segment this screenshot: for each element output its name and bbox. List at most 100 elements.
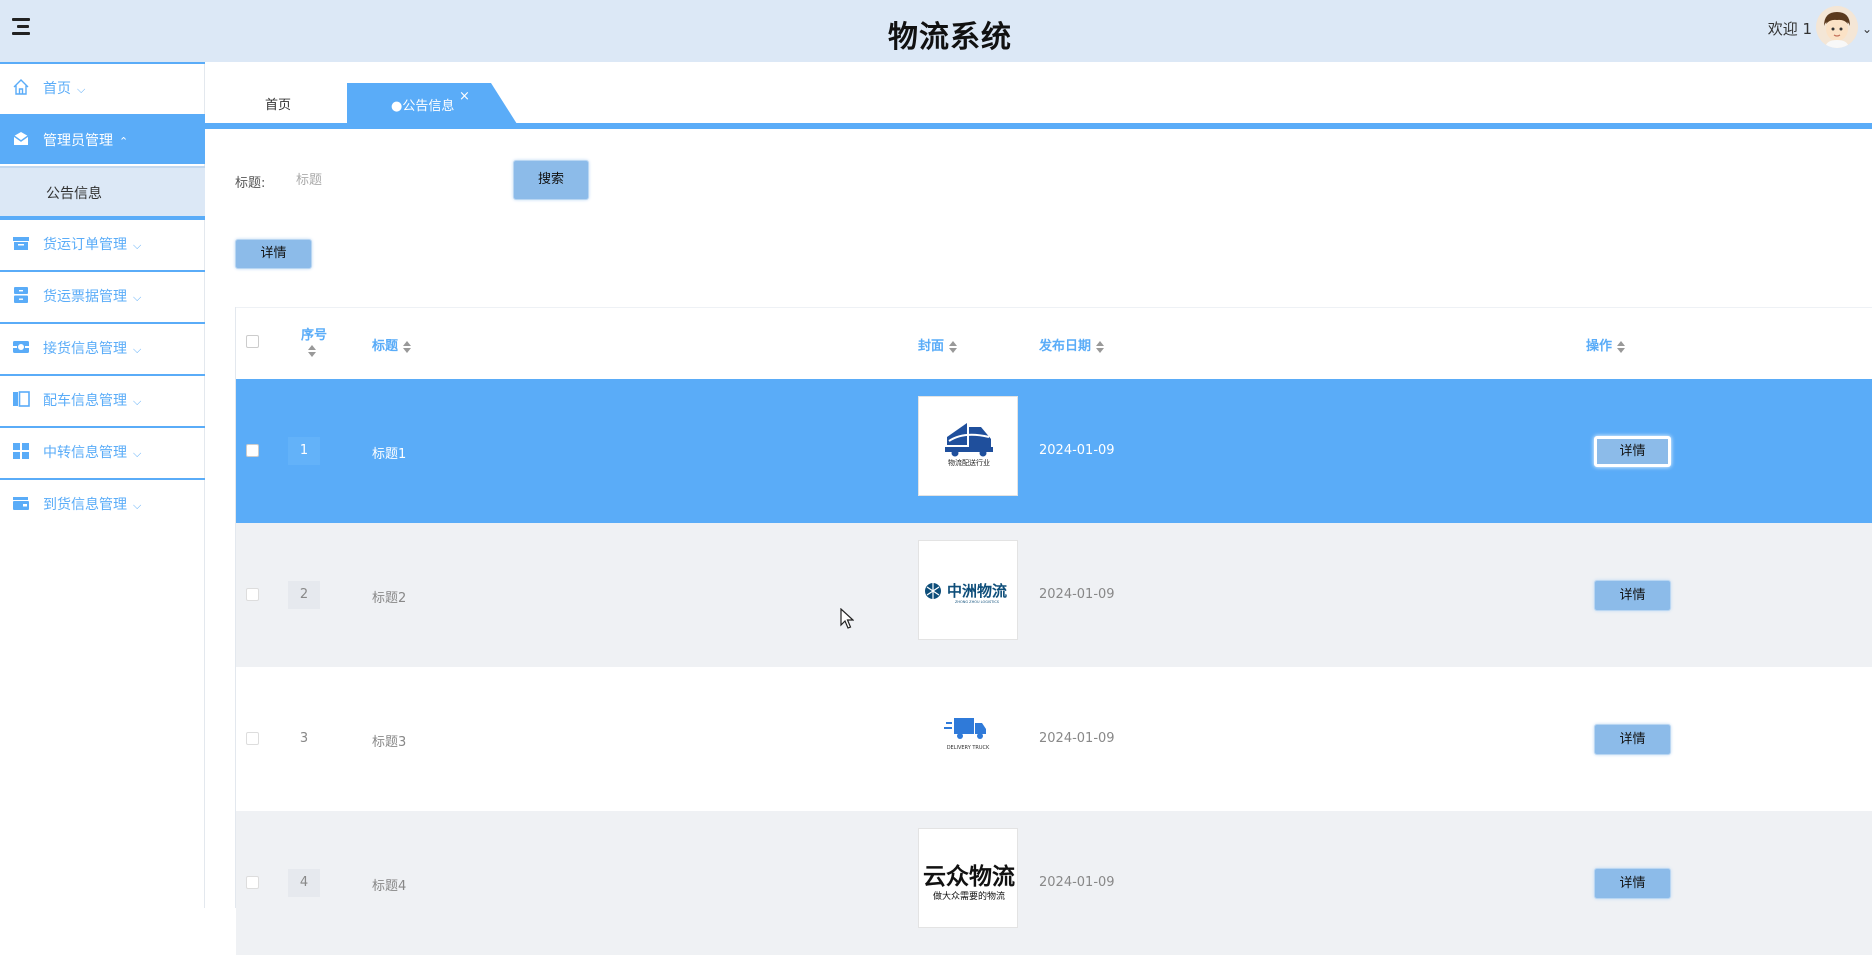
row-checkbox[interactable]: [246, 444, 259, 457]
chevron-down-icon: ⌵: [133, 291, 142, 304]
row-detail-button[interactable]: 详情: [1594, 724, 1671, 755]
table-row[interactable]: 3 标题3 DELIVERY TRUCK 2024-01-09 详情: [236, 667, 1872, 811]
row-date: 2024-01-09: [1039, 875, 1115, 890]
sidebar-item-transfer[interactable]: 中转信息管理 ⌵: [0, 426, 205, 476]
row-checkbox[interactable]: [246, 876, 259, 889]
layout-icon: [13, 391, 30, 407]
notice-table: 序号 标题 封面 发布日期 操作 1 标题1 物流配送行业 2024-01-09…: [235, 307, 1872, 955]
user-dropdown-chevron-icon[interactable]: ⌄: [1862, 22, 1872, 36]
close-icon[interactable]: ×: [459, 89, 470, 104]
sort-icon[interactable]: [307, 344, 317, 357]
row-title: 标题4: [372, 879, 407, 894]
table-row[interactable]: 4 标题4 云众物流 做大众需要的物流 2024-01-09 详情: [236, 811, 1872, 955]
tab-underline: [205, 123, 1872, 129]
row-index: 4: [288, 869, 320, 897]
yunzhong-logo-icon: 云众物流 做大众需要的物流: [923, 863, 1015, 902]
sidebar-item-vehicle[interactable]: 配车信息管理 ⌵: [0, 374, 205, 424]
sidebar-item-label: 中转信息管理: [43, 445, 127, 461]
table-row[interactable]: 1 标题1 物流配送行业 2024-01-09 详情: [236, 379, 1872, 523]
row-index: 1: [288, 437, 320, 465]
search-title-label: 标题:: [235, 176, 266, 191]
tab-bar: 首页 ●公告信息 ×: [205, 62, 1872, 130]
box-icon: [13, 237, 29, 250]
sidebar: 首页 ⌵ 管理员管理 ⌃ 公告信息 货运订单管理 ⌵ 货运票据管理 ⌵ 接货信息…: [0, 62, 205, 908]
sort-icon[interactable]: [1616, 340, 1626, 353]
sidebar-subitem-notice[interactable]: 公告信息: [0, 166, 205, 218]
table-row[interactable]: 2 标题2 中洲物流 ZHONG ZHOU LOGISTICS 2024-01-…: [236, 523, 1872, 667]
grid-icon: [13, 443, 29, 459]
tab-notice[interactable]: ●公告信息 ×: [347, 83, 517, 124]
sidebar-item-label: 货运订单管理: [43, 237, 127, 253]
sidebar-item-label: 首页: [43, 81, 71, 97]
sidebar-item-pickup[interactable]: 接货信息管理 ⌵: [0, 322, 205, 372]
sidebar-item-label: 管理员管理: [43, 133, 113, 149]
row-date: 2024-01-09: [1039, 731, 1115, 746]
column-header-cover[interactable]: 封面: [918, 335, 958, 354]
sidebar-item-label: 货运票据管理: [43, 289, 127, 305]
welcome-text: 欢迎 1: [1767, 20, 1812, 38]
svg-text:云众物流: 云众物流: [923, 863, 1015, 890]
cabinet-icon: [14, 287, 28, 303]
row-title: 标题3: [372, 735, 407, 750]
row-checkbox[interactable]: [246, 588, 259, 601]
search-title-input[interactable]: [288, 164, 488, 196]
svg-text:物流配送行业: 物流配送行业: [948, 458, 990, 467]
select-all-checkbox[interactable]: [246, 335, 259, 348]
sidebar-item-label: 到货信息管理: [43, 497, 127, 513]
row-checkbox[interactable]: [246, 732, 259, 745]
tab-home[interactable]: 首页: [265, 94, 291, 113]
sidebar-item-label: 配车信息管理: [43, 393, 127, 409]
sidebar-item-home[interactable]: 首页 ⌵: [0, 62, 205, 112]
user-avatar[interactable]: [1816, 6, 1858, 48]
row-date: 2024-01-09: [1039, 587, 1115, 602]
chevron-down-icon: ⌵: [133, 447, 142, 460]
sort-icon[interactable]: [948, 340, 958, 353]
delivery-truck-icon: DELIVERY TRUCK: [944, 718, 990, 751]
column-header-title[interactable]: 标题: [372, 335, 412, 354]
chevron-down-icon: ⌵: [133, 343, 142, 356]
tab-notice-label: ●公告信息: [391, 99, 455, 114]
sidebar-item-label: 接货信息管理: [43, 341, 127, 357]
column-header-action[interactable]: 操作: [1586, 335, 1626, 354]
row-title: 标题1: [372, 447, 407, 462]
svg-text:做大众需要的物流: 做大众需要的物流: [933, 890, 1005, 902]
chevron-down-icon: ⌵: [133, 239, 142, 252]
sidebar-item-arrival[interactable]: 到货信息管理 ⌵: [0, 478, 205, 528]
zhongzhou-logo-icon: 中洲物流 ZHONG ZHOU LOGISTICS: [925, 582, 1007, 604]
chevron-down-icon: ⌵: [133, 499, 142, 512]
chevron-down-icon: ⌵: [133, 395, 142, 408]
card-icon: [13, 341, 29, 353]
sidebar-item-admin[interactable]: 管理员管理 ⌃: [0, 114, 205, 164]
row-cover-image: 云众物流 做大众需要的物流: [918, 828, 1018, 928]
chevron-down-icon: ⌵: [77, 83, 86, 96]
top-header: 物流系统 欢迎 1 ⌄: [0, 0, 1872, 62]
row-index: 3: [299, 731, 309, 746]
row-date: 2024-01-09: [1039, 443, 1115, 458]
truck-logo-icon: 物流配送行业: [945, 423, 993, 467]
row-index: 2: [288, 581, 320, 609]
svg-text:DELIVERY TRUCK: DELIVERY TRUCK: [947, 745, 990, 751]
sidebar-item-freight-bill[interactable]: 货运票据管理 ⌵: [0, 270, 205, 320]
wallet-icon: [13, 497, 29, 510]
sort-icon[interactable]: [1095, 340, 1105, 353]
table-header: 序号 标题 封面 发布日期 操作: [236, 307, 1872, 379]
sort-icon[interactable]: [402, 340, 412, 353]
app-title: 物流系统: [888, 20, 1012, 55]
row-detail-button[interactable]: 详情: [1594, 580, 1671, 611]
detail-button[interactable]: 详情: [235, 239, 312, 269]
svg-text:ZHONG ZHOU LOGISTICS: ZHONG ZHOU LOGISTICS: [955, 600, 1000, 604]
row-detail-button[interactable]: 详情: [1594, 436, 1671, 467]
mail-icon: [13, 132, 29, 145]
column-header-date[interactable]: 发布日期: [1039, 335, 1105, 354]
row-cover-image: 物流配送行业: [918, 396, 1018, 496]
column-header-index[interactable]: 序号: [301, 324, 327, 358]
search-button[interactable]: 搜索: [513, 160, 589, 200]
row-cover-image: 中洲物流 ZHONG ZHOU LOGISTICS: [918, 540, 1018, 640]
svg-text:中洲物流: 中洲物流: [947, 582, 1007, 600]
row-detail-button[interactable]: 详情: [1594, 868, 1671, 899]
mouse-cursor-icon: [840, 608, 854, 629]
row-cover-image: DELIVERY TRUCK: [918, 684, 1018, 784]
sidebar-item-freight-order[interactable]: 货运订单管理 ⌵: [0, 218, 205, 268]
home-icon: [13, 79, 29, 95]
row-title: 标题2: [372, 591, 407, 606]
